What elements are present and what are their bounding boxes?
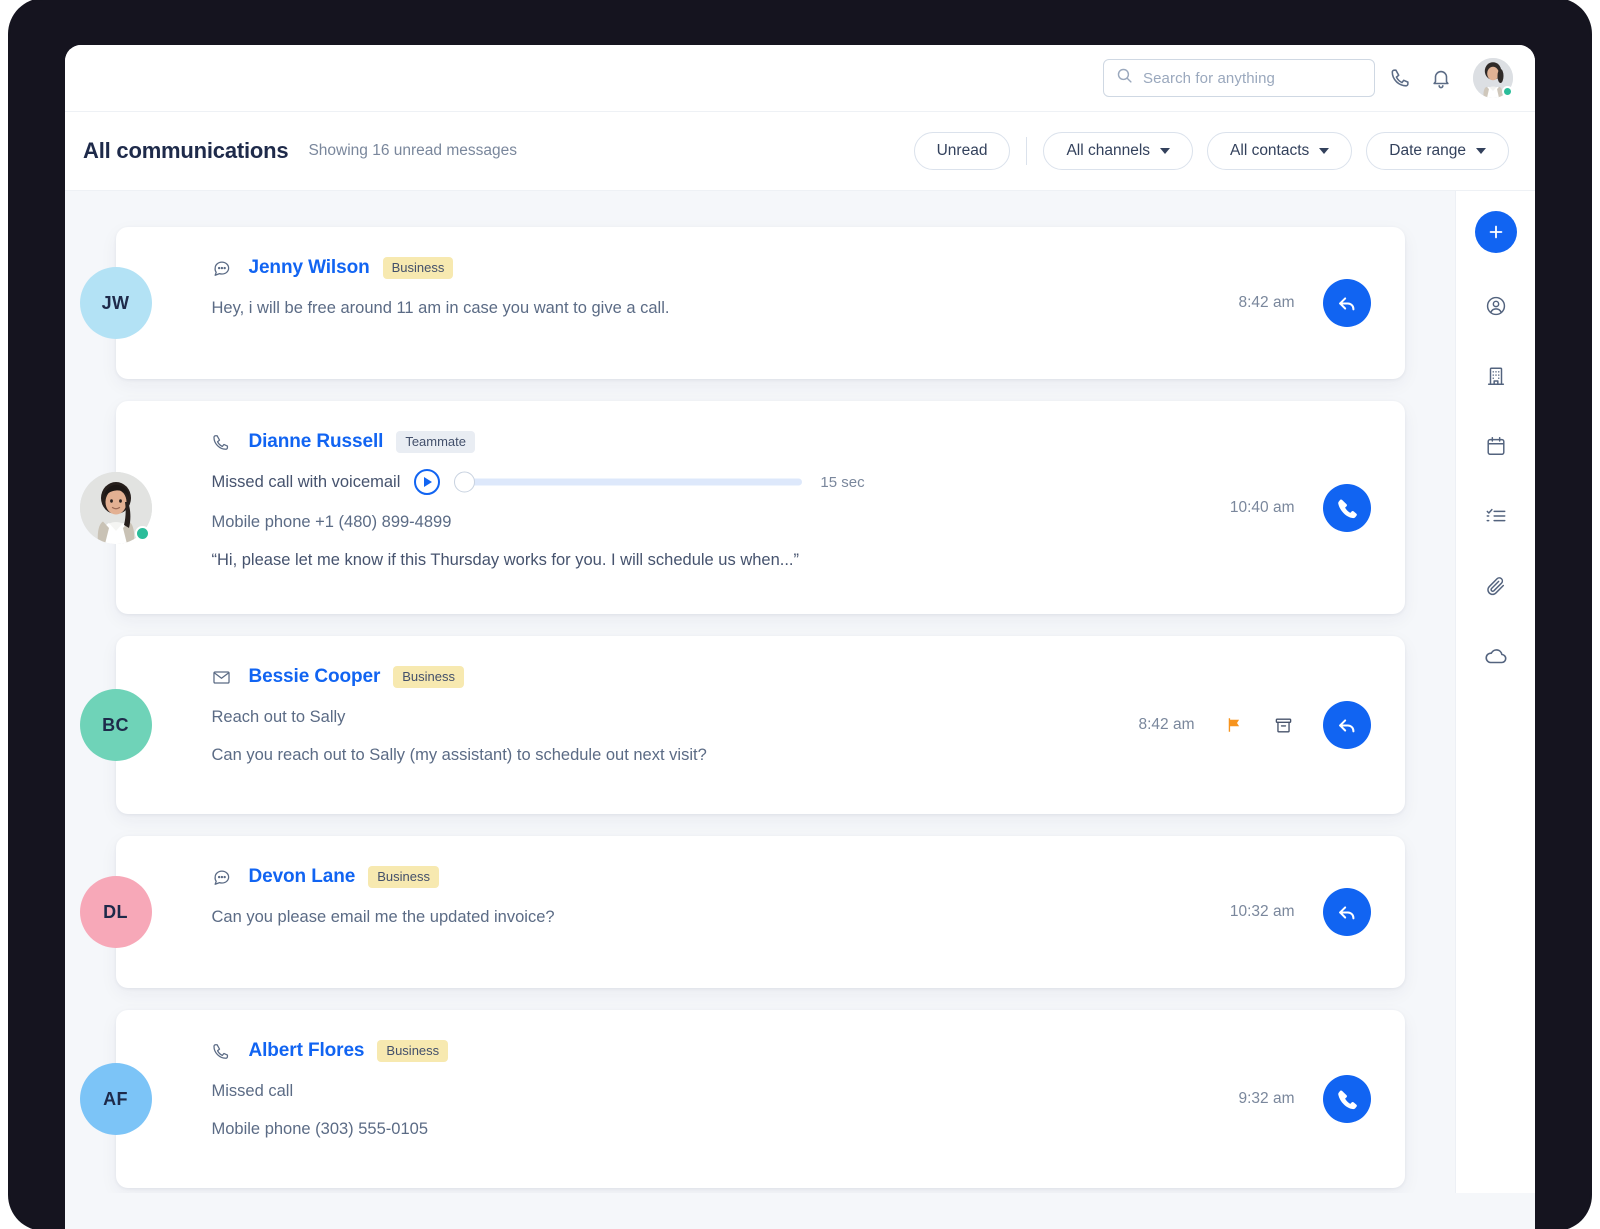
- bottom-spacer: [65, 1193, 1535, 1229]
- list-item[interactable]: DL Devon Lane Business Can you please em…: [79, 836, 1405, 988]
- email-subject: Reach out to Sally: [211, 708, 346, 726]
- list-item[interactable]: AF Albert Flores Business Missed call Mo…: [79, 1010, 1405, 1188]
- email-icon: [212, 667, 232, 687]
- status-badge: Business: [382, 257, 454, 279]
- list-item[interactable]: Dianne Russell Teammate Missed call with…: [79, 401, 1405, 614]
- message-icon: [212, 258, 232, 278]
- page-header: All communications Showing 16 unread mes…: [65, 112, 1535, 191]
- avatar-initials: DL: [103, 901, 128, 922]
- filter-date-range-label: Date range: [1389, 142, 1466, 159]
- contact-icon[interactable]: [1474, 284, 1518, 328]
- call-button[interactable]: [1322, 483, 1371, 532]
- reply-button[interactable]: [1322, 888, 1371, 936]
- calendar-icon[interactable]: [1474, 424, 1518, 468]
- archive-icon[interactable]: [1273, 714, 1295, 736]
- reply-button[interactable]: [1322, 701, 1371, 749]
- top-bar: Search for anything: [65, 45, 1535, 112]
- company-icon[interactable]: [1474, 354, 1518, 398]
- contact-name[interactable]: Dianne Russell: [249, 431, 384, 453]
- timestamp: 8:42 am: [1138, 716, 1195, 733]
- filter-all-channels-label: All channels: [1066, 142, 1151, 159]
- search-icon: [1116, 67, 1133, 89]
- phone-icon: [212, 1041, 232, 1061]
- online-status-dot: [134, 525, 150, 541]
- phone-line: Mobile phone (303) 555-0105: [211, 1120, 429, 1139]
- filter-all-contacts-label: All contacts: [1230, 142, 1310, 159]
- message-preview: Can you please email me the updated invo…: [211, 908, 555, 926]
- reply-button[interactable]: [1322, 279, 1371, 327]
- filter-unread-label: Unread: [936, 142, 988, 159]
- audio-track: [463, 478, 803, 486]
- avatar-initials: AF: [103, 1088, 128, 1109]
- phone-line: Mobile phone +1 (480) 899-4899: [211, 513, 452, 531]
- flag-icon[interactable]: [1223, 714, 1245, 736]
- list-item[interactable]: BC Bessie Cooper Business Reach out to S…: [79, 636, 1405, 814]
- status-badge: Business: [368, 866, 439, 888]
- status-badge: Teammate: [396, 431, 476, 453]
- avatar-initials: JW: [101, 292, 130, 313]
- page-title: All communications: [83, 138, 289, 163]
- timestamp: 9:32 am: [1238, 1090, 1295, 1107]
- avatar: AF: [79, 1063, 152, 1135]
- timestamp: 10:40 am: [1229, 498, 1295, 516]
- search-input[interactable]: Search for anything: [1103, 59, 1375, 97]
- chevron-down-icon: [1319, 148, 1330, 154]
- bell-icon[interactable]: [1421, 58, 1461, 98]
- status-badge: Business: [377, 1040, 449, 1062]
- unread-count-label: Showing 16 unread messages: [308, 142, 517, 159]
- voicemail-duration: 15 sec: [820, 473, 865, 491]
- contact-name[interactable]: Albert Flores: [249, 1040, 365, 1062]
- filter-unread[interactable]: Unread: [913, 132, 1011, 170]
- main-body: JW Jenny Wilson Business Hey, i will be …: [65, 191, 1535, 1229]
- timestamp: 10:32 am: [1229, 903, 1295, 920]
- timestamp: 8:42 am: [1238, 294, 1295, 311]
- attachment-icon[interactable]: [1474, 564, 1518, 608]
- voicemail-label: Missed call with voicemail: [211, 472, 401, 491]
- filter-all-contacts[interactable]: All contacts: [1207, 132, 1353, 170]
- contact-name[interactable]: Devon Lane: [249, 866, 356, 888]
- avatar: BC: [79, 689, 152, 761]
- call-status: Missed call: [211, 1082, 294, 1100]
- tasks-icon[interactable]: [1474, 494, 1518, 538]
- avatar[interactable]: [1473, 58, 1513, 98]
- contact-name[interactable]: Bessie Cooper: [249, 666, 381, 688]
- message-icon: [212, 867, 232, 887]
- voicemail-transcript: “Hi, please let me know if this Thursday…: [211, 551, 800, 570]
- device-bezel: Search for anything All communications S…: [10, 0, 1590, 1229]
- audio-progress-slider[interactable]: [454, 471, 803, 493]
- avatar-initials: BC: [102, 714, 129, 735]
- play-icon[interactable]: [414, 469, 441, 495]
- communications-list: JW Jenny Wilson Business Hey, i will be …: [65, 191, 1455, 1229]
- filter-all-channels[interactable]: All channels: [1043, 132, 1194, 170]
- avatar: DL: [79, 876, 152, 948]
- contact-name[interactable]: Jenny Wilson: [249, 257, 370, 279]
- filter-bar: Unread All channels All contacts Date ra…: [913, 132, 1509, 170]
- avatar: [79, 471, 152, 544]
- filter-divider: [1026, 137, 1028, 165]
- chevron-down-icon: [1476, 148, 1486, 154]
- app-window: Search for anything All communications S…: [65, 45, 1535, 1229]
- audio-knob[interactable]: [454, 471, 476, 493]
- avatar: JW: [79, 267, 152, 339]
- status-badge: Business: [393, 666, 464, 688]
- message-preview: Can you reach out to Sally (my assistant…: [211, 746, 707, 765]
- phone-icon: [212, 432, 232, 452]
- search-placeholder: Search for anything: [1143, 69, 1275, 87]
- message-preview: Hey, i will be free around 11 am in case…: [211, 299, 670, 317]
- call-button[interactable]: [1322, 1075, 1371, 1123]
- filter-date-range[interactable]: Date range: [1366, 132, 1509, 170]
- chevron-down-icon: [1160, 148, 1171, 154]
- online-status-dot: [1502, 86, 1513, 97]
- phone-icon[interactable]: [1381, 58, 1421, 98]
- list-item[interactable]: JW Jenny Wilson Business Hey, i will be …: [79, 227, 1405, 379]
- cloud-icon[interactable]: [1474, 634, 1518, 678]
- add-button[interactable]: [1474, 211, 1517, 253]
- voicemail-player: Missed call with voicemail 15 sec: [212, 469, 1210, 495]
- right-rail: [1455, 191, 1535, 1229]
